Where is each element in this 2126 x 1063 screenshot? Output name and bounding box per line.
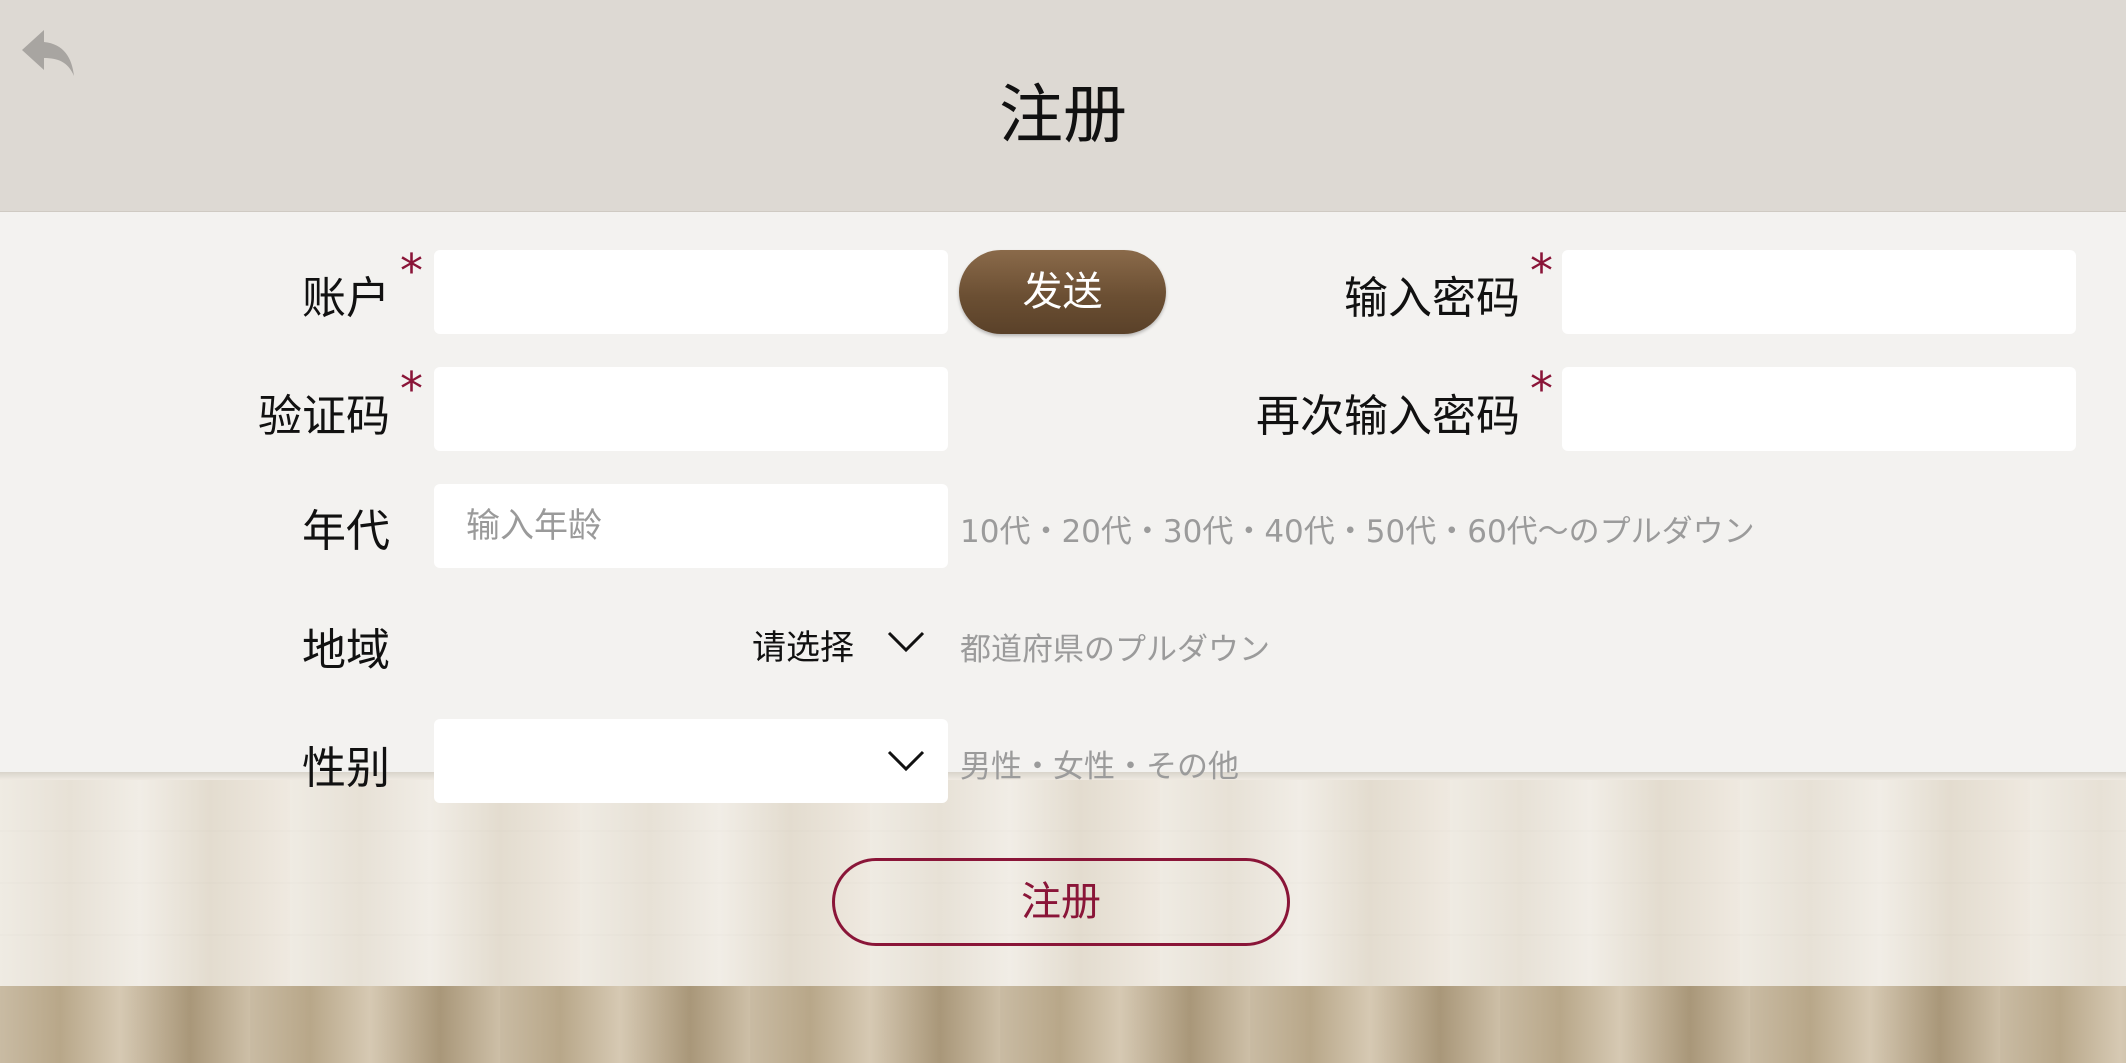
password-required-mark: * xyxy=(1530,244,1553,298)
password-confirm-required-mark: * xyxy=(1530,362,1553,416)
account-required-mark: * xyxy=(400,244,423,298)
register-button[interactable]: 注册 xyxy=(832,858,1290,946)
age-hint: 10代・20代・30代・40代・50代・60代〜のプルダウン xyxy=(960,514,1755,550)
password-input[interactable] xyxy=(1562,250,2076,334)
region-select[interactable]: 请选择 xyxy=(434,600,948,684)
password-confirm-input[interactable] xyxy=(1562,367,2076,451)
header-bar: 注册 xyxy=(0,0,2126,212)
account-label: 账户 xyxy=(302,273,390,324)
gender-label: 性别 xyxy=(302,743,390,794)
page-title: 注册 xyxy=(999,79,1127,153)
region-select-value: 请选择 xyxy=(752,628,854,668)
floor-edge xyxy=(0,986,2126,1063)
age-input[interactable] xyxy=(434,484,948,568)
code-label: 验证码 xyxy=(258,391,390,442)
back-arrow-icon[interactable] xyxy=(18,22,80,84)
password-label: 输入密码 xyxy=(1344,273,1520,324)
verification-code-input[interactable] xyxy=(434,367,948,451)
gender-hint: 男性・女性・その他 xyxy=(960,749,1239,785)
region-label: 地域 xyxy=(302,625,390,676)
region-hint: 都道府県のプルダウン xyxy=(960,632,1270,668)
send-code-button[interactable]: 发送 xyxy=(959,250,1166,334)
chevron-down-icon xyxy=(887,631,925,653)
gender-select[interactable] xyxy=(434,719,948,803)
age-label: 年代 xyxy=(302,506,390,557)
account-input[interactable] xyxy=(434,250,948,334)
password-confirm-label: 再次输入密码 xyxy=(1256,391,1520,442)
chevron-down-icon xyxy=(887,750,925,772)
code-required-mark: * xyxy=(400,362,423,416)
